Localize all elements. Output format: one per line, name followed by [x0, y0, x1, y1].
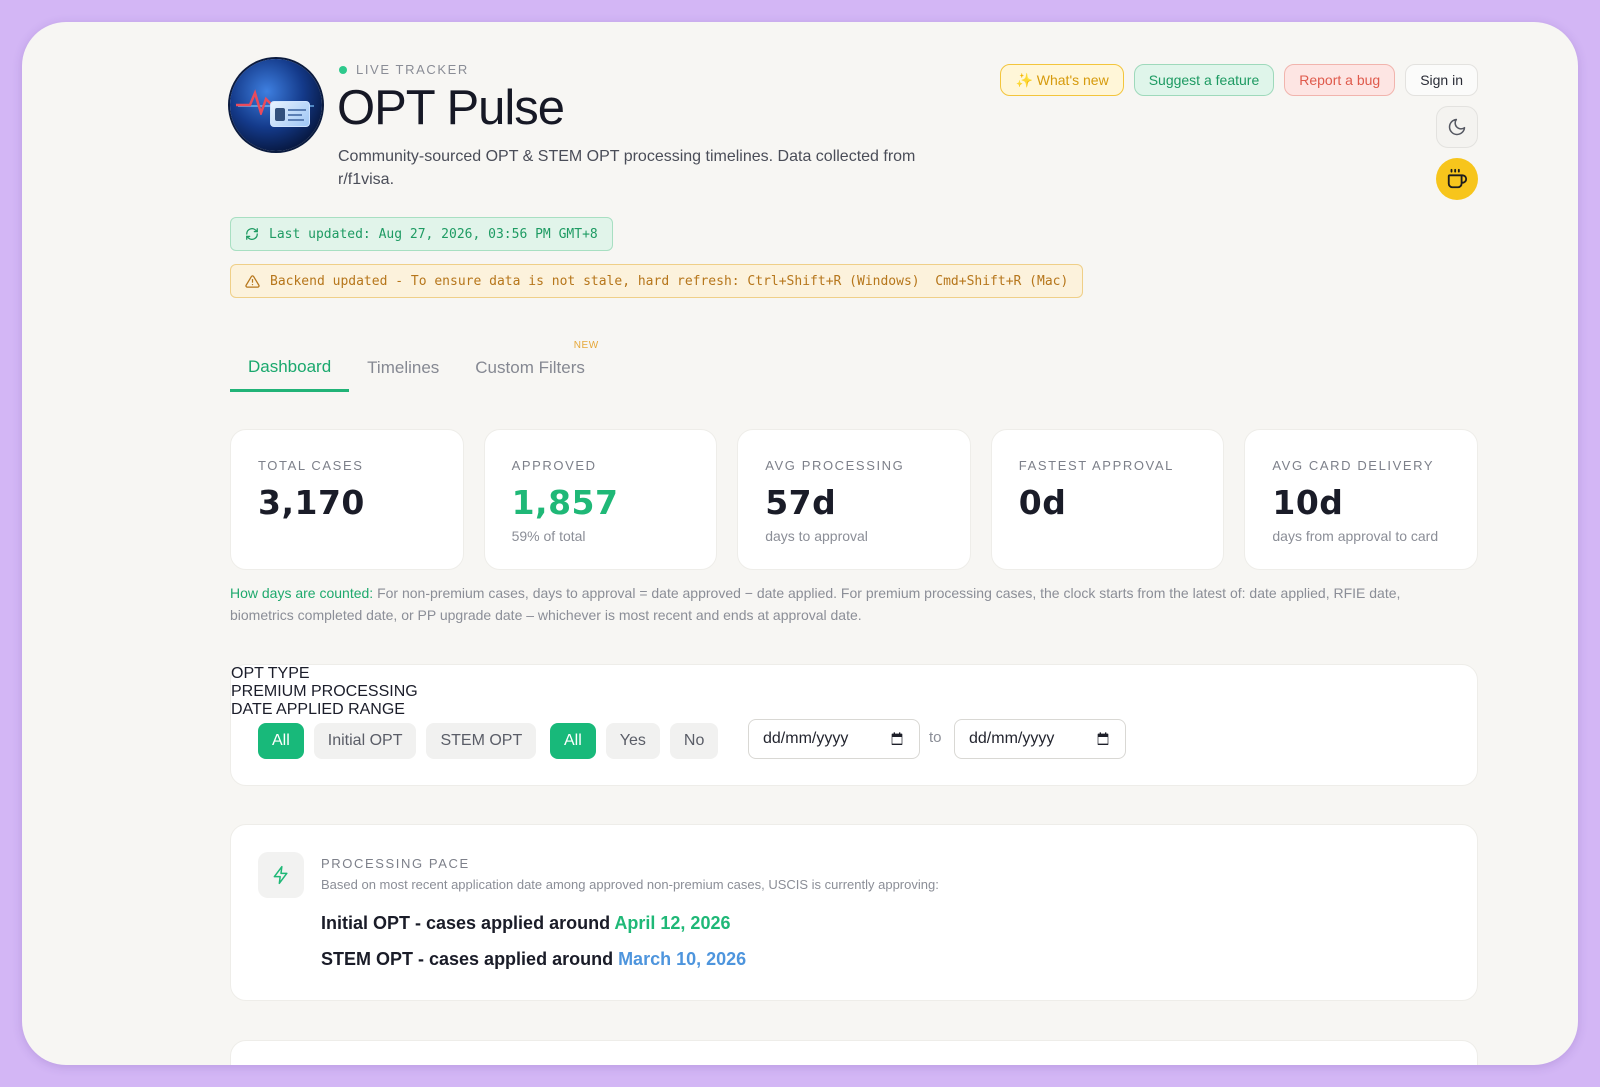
app-logo-icon [230, 59, 322, 151]
warning-text: Backend updated - To ensure data is not … [270, 273, 1069, 289]
date-to-input[interactable]: dd/mm/yyyy [954, 719, 1126, 759]
stat-value: 57d [765, 483, 837, 522]
pace-icon-box [258, 852, 304, 898]
processing-pace-card: PROCESSING PACE Based on most recent app… [230, 824, 1478, 1001]
opt-type-chips: All Initial OPT STEM OPT [258, 723, 537, 759]
header-actions: ✨ What's new Suggest a feature Report a … [1000, 64, 1478, 96]
new-badge: NEW [573, 340, 599, 351]
page-subtitle: Community-sourced OPT & STEM OPT process… [338, 148, 916, 188]
opt-type-all-chip[interactable]: All [258, 723, 304, 759]
date-from-placeholder: dd/mm/yyyy [763, 730, 849, 747]
calendar-icon [1097, 732, 1109, 745]
last-updated-banner: Last updated: Aug 27, 2026, 03:56 PM GMT… [230, 217, 613, 251]
premium-all-chip[interactable]: All [550, 723, 596, 759]
premium-processing-label: PREMIUM PROCESSING [231, 683, 418, 700]
report-bug-button[interactable]: Report a bug [1284, 64, 1396, 96]
stat-card-approved: APPROVED 1,857 59% of total [483, 429, 718, 570]
warning-banner: Backend updated - To ensure data is not … [230, 264, 1084, 298]
opt-type-label: OPT TYPE [231, 665, 310, 682]
buy-coffee-button[interactable] [1436, 158, 1478, 200]
calendar-icon [891, 732, 903, 745]
pace-description: Based on most recent application date am… [321, 877, 939, 892]
sign-in-button[interactable]: Sign in [1405, 64, 1478, 96]
stat-subtext: 59% of total [511, 528, 586, 544]
stat-label: AVG PROCESSING [765, 458, 905, 473]
stat-subtext: days to approval [765, 528, 868, 544]
live-status: LIVE TRACKER [339, 62, 469, 77]
moon-icon [1448, 118, 1466, 136]
tab-custom-filters[interactable]: Custom Filters NEW [457, 340, 603, 392]
filters-panel: OPT TYPE All Initial OPT STEM OPT PREMIU… [230, 664, 1478, 786]
pace-initial-prefix: Initial OPT - cases applied around [321, 913, 615, 933]
stat-subtext: days from approval to card [1272, 528, 1439, 544]
refresh-icon [246, 228, 258, 240]
note-lead: How days are counted: [230, 585, 374, 601]
tab-bar: Dashboard Timelines Custom Filters NEW [230, 340, 603, 392]
dark-mode-toggle[interactable] [1436, 106, 1478, 148]
tab-dashboard[interactable]: Dashboard [230, 344, 350, 392]
stat-value: 0d [1018, 483, 1067, 522]
date-to-placeholder: dd/mm/yyyy [969, 730, 1055, 747]
warning-triangle-icon [245, 274, 260, 288]
next-card-peek [230, 1040, 1478, 1065]
lightning-bolt-icon [273, 865, 288, 885]
page-title: OPT Pulse [337, 81, 565, 135]
stat-card-fastest-approval: FASTEST APPROVAL 0d [990, 429, 1225, 570]
opt-type-stem-chip[interactable]: STEM OPT [426, 723, 537, 759]
stat-card-avg-card-delivery: AVG CARD DELIVERY 10d days from approval… [1244, 429, 1478, 570]
date-range-label: DATE APPLIED RANGE [231, 701, 405, 718]
app-window: LIVE TRACKER OPT Pulse Community-sourced… [22, 22, 1578, 1065]
stats-row: TOTAL CASES 3,170 APPROVED 1,857 59% of … [230, 429, 1478, 570]
pace-initial-date: April 12, 2026 [614, 913, 731, 933]
stat-value: 10d [1272, 483, 1344, 522]
pace-label: PROCESSING PACE [321, 856, 470, 871]
premium-chips: All Yes No [550, 723, 719, 759]
coffee-cup-icon [1447, 168, 1468, 189]
premium-yes-chip[interactable]: Yes [605, 723, 660, 759]
note-text: For non-premium cases, days to approval … [230, 585, 1401, 623]
stat-label: FASTEST APPROVAL [1018, 458, 1174, 473]
last-updated-text: Last updated: Aug 27, 2026, 03:56 PM GMT… [269, 226, 598, 242]
days-counted-note: How days are counted: For non-premium ca… [230, 582, 1450, 626]
pace-stem-opt: STEM OPT - cases applied around March 10… [321, 949, 746, 970]
stat-label: APPROVED [511, 458, 597, 473]
stat-label: AVG CARD DELIVERY [1272, 458, 1435, 473]
date-from-input[interactable]: dd/mm/yyyy [748, 719, 920, 759]
pace-stem-prefix: STEM OPT - cases applied around [321, 949, 619, 969]
live-status-label: LIVE TRACKER [356, 62, 469, 77]
tab-custom-filters-label: Custom Filters [475, 358, 585, 377]
opt-type-initial-chip[interactable]: Initial OPT [313, 723, 417, 759]
date-range-separator: to [929, 729, 942, 746]
pace-stem-date: March 10, 2026 [618, 949, 747, 969]
stat-card-avg-processing: AVG PROCESSING 57d days to approval [737, 429, 971, 570]
stat-value: 1,857 [511, 483, 619, 522]
tab-timelines[interactable]: Timelines [349, 344, 457, 392]
stat-label: TOTAL CASES [258, 458, 364, 473]
stat-value: 3,170 [258, 483, 365, 522]
pace-initial-opt: Initial OPT - cases applied around April… [321, 913, 730, 934]
suggest-feature-button[interactable]: Suggest a feature [1133, 64, 1275, 96]
stat-card-total-cases: TOTAL CASES 3,170 [230, 429, 464, 570]
live-dot-icon [339, 65, 347, 74]
whats-new-button[interactable]: ✨ What's new [1000, 64, 1124, 96]
premium-no-chip[interactable]: No [669, 723, 719, 759]
